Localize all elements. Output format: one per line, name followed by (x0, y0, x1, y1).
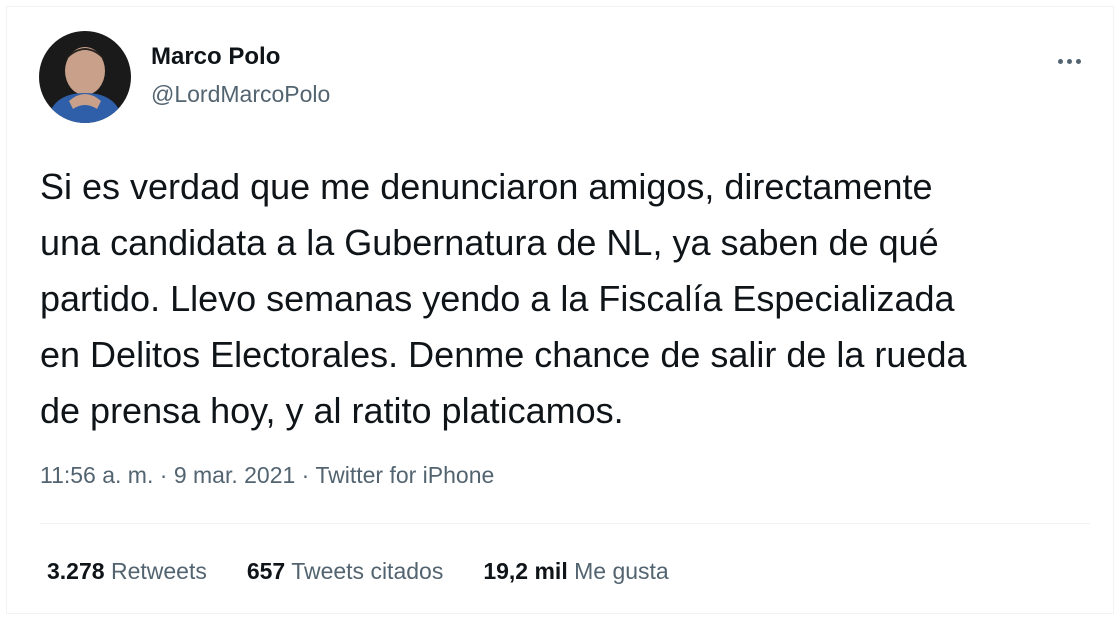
avatar[interactable] (39, 31, 131, 123)
tweet-text: Si es verdad que me denunciaron amigos, … (40, 166, 967, 431)
divider (40, 523, 1090, 524)
tweet-date[interactable]: 9 mar. 2021 (174, 462, 295, 488)
more-options-button[interactable] (1051, 43, 1087, 79)
meta-separator: · (295, 462, 316, 488)
tweet-stats: 3.278 Retweets 657 Tweets citados 19,2 m… (47, 558, 669, 585)
tweet-meta: 11:56 a. m. · 9 mar. 2021 · Twitter for … (40, 462, 494, 489)
likes-stat[interactable]: 19,2 mil Me gusta (483, 558, 668, 585)
more-horizontal-icon (1057, 58, 1081, 64)
likes-count: 19,2 mil (483, 558, 568, 584)
quotes-count: 657 (246, 558, 286, 584)
retweets-label: Retweets (110, 558, 207, 584)
tweet-card: Marco Polo @LordMarcoPolo Si es verdad q… (6, 6, 1114, 614)
quotes-label: Tweets citados (291, 558, 444, 584)
retweets-count: 3.278 (47, 558, 105, 584)
tweet-source[interactable]: Twitter for iPhone (315, 462, 494, 488)
likes-label: Me gusta (574, 558, 669, 584)
author-handle[interactable]: @LordMarcoPolo (151, 81, 330, 108)
tweet-time[interactable]: 11:56 a. m. (40, 462, 153, 488)
meta-separator: · (153, 462, 174, 488)
author-name[interactable]: Marco Polo (151, 43, 280, 71)
quote-tweets-stat[interactable]: 657 Tweets citados (247, 558, 444, 585)
retweets-stat[interactable]: 3.278 Retweets (47, 558, 207, 585)
